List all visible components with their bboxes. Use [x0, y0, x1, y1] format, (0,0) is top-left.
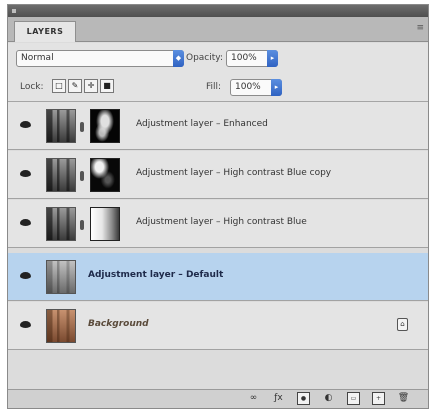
link-chain-icon[interactable]: [80, 122, 84, 132]
opacity-input[interactable]: 100% ▸: [226, 50, 278, 67]
trash-icon[interactable]: 🗑: [397, 392, 410, 405]
fill-input[interactable]: 100% ▸: [230, 79, 282, 96]
layer-thumbnail[interactable]: [46, 260, 76, 294]
layer-thumbnail[interactable]: [46, 109, 76, 143]
layer-thumbnail[interactable]: [46, 207, 76, 241]
lock-icon: ⌂: [397, 318, 408, 331]
layer-thumbnail[interactable]: [46, 309, 76, 343]
blend-mode-select[interactable]: Normal ◆: [16, 50, 184, 67]
lock-controls: Lock: □ ✎ ✛ ■ Fill: 100% ▸: [8, 73, 428, 102]
fill-label: Fill:: [206, 82, 222, 92]
layer-mask-thumbnail[interactable]: [90, 158, 120, 192]
lock-transparent-icon[interactable]: □: [52, 79, 66, 93]
layer-name[interactable]: Adjustment layer – Default: [88, 270, 223, 280]
adjustment-icon[interactable]: ◐: [322, 392, 335, 405]
bottom-icons: ∞ ƒx ● ◐ ▭ + 🗑: [247, 392, 410, 405]
panel-bottom-bar: ∞ ƒx ● ◐ ▭ + 🗑: [8, 389, 428, 408]
layer-row[interactable]: Adjustment layer – High contrast Blue: [8, 200, 428, 248]
fx-icon[interactable]: ƒx: [272, 392, 285, 405]
layer-name[interactable]: Background: [88, 319, 149, 329]
grip-icon[interactable]: [12, 9, 16, 13]
layer-row-background[interactable]: Background ⌂: [8, 302, 428, 350]
link-chain-icon[interactable]: [80, 171, 84, 181]
fill-value: 100%: [235, 82, 261, 92]
dropdown-arrow-icon: ◆: [173, 50, 184, 67]
layer-mask-thumbnail[interactable]: [90, 207, 120, 241]
lock-move-icon[interactable]: ✛: [84, 79, 98, 93]
opacity-arrow-icon[interactable]: ▸: [267, 50, 278, 67]
layer-name[interactable]: Adjustment layer – High contrast Blue: [136, 217, 307, 227]
lock-icons: □ ✎ ✛ ■: [52, 79, 114, 93]
lock-all-icon[interactable]: ■: [100, 79, 114, 93]
layer-row[interactable]: Adjustment layer – Enhanced: [8, 102, 428, 150]
layer-name[interactable]: Adjustment layer – Enhanced: [136, 119, 268, 129]
opacity-value: 100%: [231, 53, 257, 63]
panel-menu-icon[interactable]: ≡: [416, 23, 424, 33]
layer-name[interactable]: Adjustment layer – High contrast Blue co…: [136, 168, 331, 178]
visibility-eye-icon[interactable]: [20, 121, 31, 128]
layers-panel: LAYERS ≡ Normal ◆ Opacity: 100% ▸ Lock: …: [7, 4, 429, 409]
new-layer-icon[interactable]: +: [372, 392, 385, 405]
tab-layers[interactable]: LAYERS: [14, 21, 76, 42]
lock-paint-icon[interactable]: ✎: [68, 79, 82, 93]
layer-mask-thumbnail[interactable]: [90, 109, 120, 143]
fill-arrow-icon[interactable]: ▸: [271, 79, 282, 96]
panel-titlebar[interactable]: [8, 5, 428, 17]
visibility-eye-icon[interactable]: [20, 170, 31, 177]
opacity-label: Opacity:: [186, 53, 223, 63]
tab-row: LAYERS ≡: [8, 17, 428, 42]
visibility-eye-icon[interactable]: [20, 321, 31, 328]
layer-thumbnail[interactable]: [46, 158, 76, 192]
layer-row-selected[interactable]: Adjustment layer – Default: [8, 253, 428, 301]
link-layers-icon[interactable]: ∞: [247, 392, 260, 405]
visibility-eye-icon[interactable]: [20, 272, 31, 279]
group-icon[interactable]: ▭: [347, 392, 360, 405]
layers-empty-area[interactable]: [8, 351, 428, 393]
blend-mode-value: Normal: [21, 53, 54, 63]
blend-controls: Normal ◆ Opacity: 100% ▸: [8, 43, 428, 73]
lock-label: Lock:: [20, 82, 44, 92]
visibility-eye-icon[interactable]: [20, 219, 31, 226]
add-mask-icon[interactable]: ●: [297, 392, 310, 405]
layer-row[interactable]: Adjustment layer – High contrast Blue co…: [8, 151, 428, 199]
link-chain-icon[interactable]: [80, 220, 84, 230]
